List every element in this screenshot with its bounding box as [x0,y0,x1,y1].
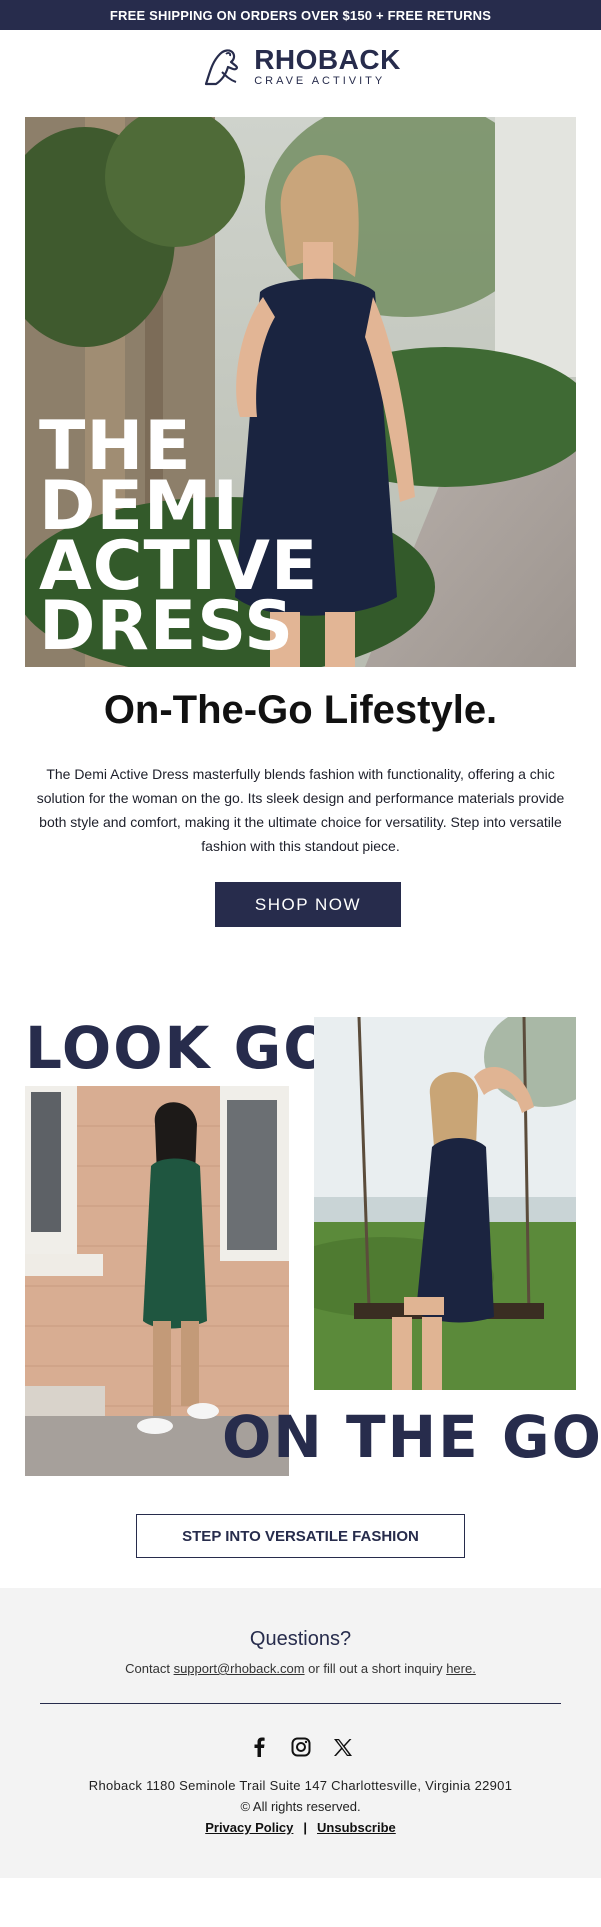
brand-tagline: CRAVE ACTIVITY [254,74,386,87]
announcement-bar: FREE SHIPPING ON ORDERS OVER $150 + FREE… [0,0,601,30]
company-address: Rhoback 1180 Seminole Trail Suite 147 Ch… [88,1778,513,1793]
hero-banner[interactable]: THE DEMI ACTIVE DRESS [25,117,576,667]
x-icon[interactable] [330,1734,356,1760]
on-the-go-heading: ON THE GO [222,1403,601,1471]
legal-links: Privacy Policy | Unsubscribe [0,1820,601,1835]
contact-prefix: Contact [125,1661,174,1676]
legal-separator: | [303,1820,308,1835]
privacy-policy-link[interactable]: Privacy Policy [205,1820,293,1835]
contact-line: Contact support@rhoback.com or fill out … [0,1661,601,1676]
brand-name: RHOBACK [254,43,401,75]
shop-now-button[interactable]: SHOP NOW [215,882,401,927]
contact-middle: or fill out a short inquiry [304,1661,447,1676]
announcement-text: FREE SHIPPING ON ORDERS OVER $150 + FREE… [109,7,492,23]
rights-text: © All rights reserved. [240,1799,361,1814]
inquiry-link[interactable]: here. [446,1661,476,1676]
questions-title: Questions? [249,1628,352,1650]
dog-logo-icon [205,49,239,86]
footer: Questions? Contact support@rhoback.com o… [0,1588,601,1878]
collage-right-photo[interactable] [314,1017,576,1390]
support-email-link[interactable]: support@rhoback.com [174,1661,305,1676]
social-links [0,1734,601,1760]
headline: On-The-Go Lifestyle. [103,688,498,732]
body-copy: The Demi Active Dress masterfully blends… [36,766,565,854]
brand-logo[interactable]: RHOBACK CRAVE ACTIVITY [0,42,601,90]
facebook-icon[interactable] [246,1734,272,1760]
instagram-icon[interactable] [288,1734,314,1760]
hero-title-line: DRESS [39,587,295,666]
unsubscribe-link[interactable]: Unsubscribe [317,1820,396,1835]
woman-in-navy-dress-on-swing-photo [314,1017,576,1390]
footer-divider [40,1703,561,1704]
step-into-versatile-fashion-button[interactable]: STEP INTO VERSATILE FASHION [136,1514,465,1558]
hero-title: THE DEMI ACTIVE DRESS [39,413,318,666]
